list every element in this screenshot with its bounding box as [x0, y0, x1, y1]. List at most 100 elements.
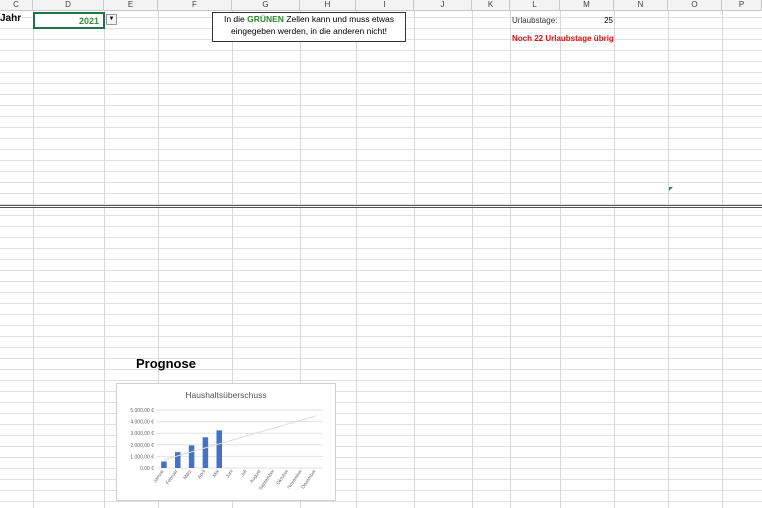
table-cell-input[interactable]: [232, 90, 296, 100]
column-header-i[interactable]: I: [356, 0, 414, 11]
column-header-d[interactable]: D: [33, 0, 104, 11]
column-header-e[interactable]: E: [104, 0, 158, 11]
table-cell-input[interactable]: [472, 90, 506, 100]
table-cell-input[interactable]: [356, 123, 410, 133]
household-surplus-chart[interactable]: Haushaltsüberschuss 0,00 €1.000,00 €2.00…: [116, 383, 336, 501]
table-cell-input[interactable]: [510, 167, 556, 177]
table-cell-input[interactable]: [560, 189, 610, 199]
column-header-g[interactable]: G: [232, 0, 300, 11]
table-cell-input[interactable]: [300, 167, 352, 177]
table-cell-input[interactable]: [560, 167, 610, 177]
table-cell-input[interactable]: [300, 145, 352, 155]
table-cell-input[interactable]: [510, 123, 556, 133]
table-cell-input[interactable]: [158, 167, 228, 177]
table-cell-input[interactable]: [300, 156, 352, 166]
table-cell-input[interactable]: [158, 189, 228, 199]
table-cell-input[interactable]: [158, 134, 228, 144]
table-cell-input[interactable]: [356, 167, 410, 177]
table-cell-input[interactable]: [232, 123, 296, 133]
table-cell-input[interactable]: [33, 68, 100, 78]
table-cell-input[interactable]: [232, 79, 296, 89]
table-cell-input[interactable]: [472, 189, 506, 199]
table-cell-input[interactable]: [414, 79, 468, 89]
table-cell-input[interactable]: [33, 134, 100, 144]
table-cell-input[interactable]: [232, 112, 296, 122]
table-cell-input[interactable]: [104, 123, 154, 133]
table-cell-input[interactable]: [104, 178, 154, 188]
table-cell-input[interactable]: [33, 90, 100, 100]
table-cell-input[interactable]: [158, 123, 228, 133]
table-cell-input[interactable]: [510, 156, 556, 166]
column-header-h[interactable]: H: [300, 0, 356, 11]
table-cell-input[interactable]: [158, 101, 228, 111]
table-cell-input[interactable]: [158, 79, 228, 89]
table-cell-input[interactable]: [158, 145, 228, 155]
table-cell-input[interactable]: [472, 167, 506, 177]
table-cell-input[interactable]: [104, 112, 154, 122]
table-cell-input[interactable]: [560, 156, 610, 166]
table-cell-input[interactable]: [232, 134, 296, 144]
table-cell-input[interactable]: [414, 112, 468, 122]
table-cell-input[interactable]: [510, 178, 556, 188]
table-cell-input[interactable]: [356, 134, 410, 144]
table-cell-input[interactable]: [104, 167, 154, 177]
table-cell-input[interactable]: [560, 68, 610, 78]
table-cell-input[interactable]: [33, 123, 100, 133]
table-cell-input[interactable]: [510, 145, 556, 155]
table-cell-input[interactable]: [300, 134, 352, 144]
year-input[interactable]: 2021: [33, 12, 105, 29]
table-cell-input[interactable]: [104, 145, 154, 155]
table-cell-input[interactable]: [33, 79, 100, 89]
column-header-m[interactable]: M: [560, 0, 614, 11]
table-cell-input[interactable]: [104, 68, 154, 78]
table-cell-input[interactable]: [232, 101, 296, 111]
table-cell-input[interactable]: [414, 145, 468, 155]
table-cell-input[interactable]: [414, 68, 468, 78]
table-cell-input[interactable]: [33, 145, 100, 155]
table-cell-input[interactable]: [414, 134, 468, 144]
table-cell-input[interactable]: [232, 178, 296, 188]
table-cell-input[interactable]: [300, 178, 352, 188]
table-cell-input[interactable]: [472, 68, 506, 78]
table-cell-input[interactable]: [356, 189, 410, 199]
column-header-p[interactable]: P: [722, 0, 762, 11]
column-header-c[interactable]: C: [0, 0, 33, 11]
table-cell-input[interactable]: [356, 68, 410, 78]
table-cell-input[interactable]: [232, 167, 296, 177]
table-cell-input[interactable]: [356, 145, 410, 155]
table-cell-input[interactable]: [414, 178, 468, 188]
table-cell-input[interactable]: [104, 79, 154, 89]
table-cell-input[interactable]: [560, 123, 610, 133]
table-cell-input[interactable]: [232, 189, 296, 199]
table-cell-input[interactable]: [104, 134, 154, 144]
column-header-o[interactable]: O: [668, 0, 722, 11]
table-cell-input[interactable]: [300, 101, 352, 111]
table-cell-input[interactable]: [472, 145, 506, 155]
table-cell-input[interactable]: [33, 101, 100, 111]
table-cell-input[interactable]: [510, 112, 556, 122]
table-cell-input[interactable]: [158, 112, 228, 122]
table-cell-input[interactable]: [300, 189, 352, 199]
dropdown-arrow-icon[interactable]: ▼: [106, 14, 117, 25]
table-cell-input[interactable]: [232, 156, 296, 166]
table-cell-input[interactable]: [356, 101, 410, 111]
table-cell-input[interactable]: [33, 167, 100, 177]
table-cell-input[interactable]: [300, 90, 352, 100]
table-cell-input[interactable]: [356, 112, 410, 122]
table-cell-input[interactable]: [560, 178, 610, 188]
table-cell-input[interactable]: [104, 156, 154, 166]
table-cell-input[interactable]: [510, 90, 556, 100]
table-cell-input[interactable]: [158, 156, 228, 166]
table-cell-input[interactable]: [560, 134, 610, 144]
table-cell-input[interactable]: [472, 156, 506, 166]
table-cell-input[interactable]: [510, 101, 556, 111]
table-cell-input[interactable]: [414, 90, 468, 100]
table-cell-input[interactable]: [414, 156, 468, 166]
table-cell-input[interactable]: [472, 123, 506, 133]
column-header-l[interactable]: L: [510, 0, 560, 11]
table-cell-input[interactable]: [356, 156, 410, 166]
table-cell-input[interactable]: [104, 101, 154, 111]
table-cell-input[interactable]: [472, 101, 506, 111]
table-cell-input[interactable]: [472, 178, 506, 188]
table-cell-input[interactable]: [232, 145, 296, 155]
